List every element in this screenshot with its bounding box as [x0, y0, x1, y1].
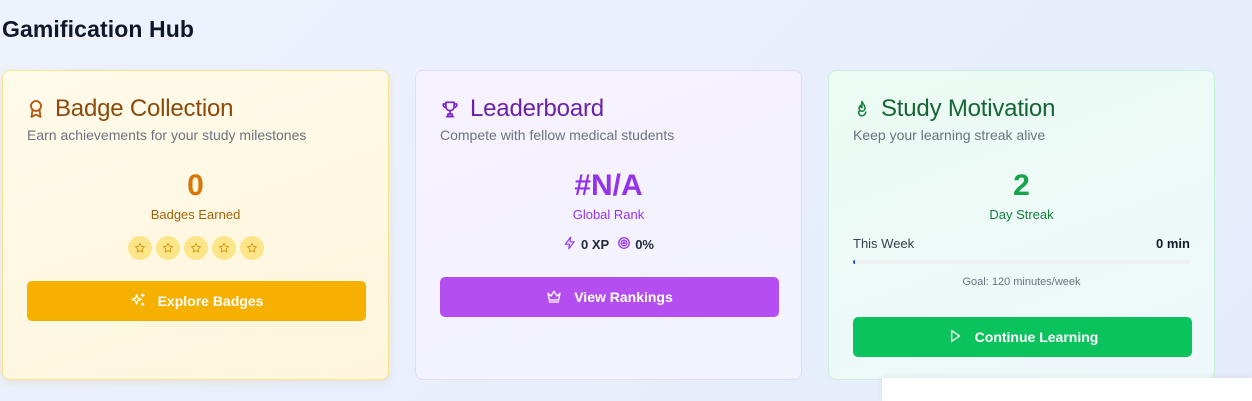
page-title: Gamification Hub: [2, 16, 195, 42]
leaderboard-card: Leaderboard Compete with fellow medical …: [415, 70, 802, 380]
leaderboard-card-title: Leaderboard: [470, 95, 604, 122]
badges-earned-count: 0: [187, 169, 204, 202]
weekly-goal-text: Goal: 120 minutes/week: [962, 276, 1081, 288]
sparkles-icon: [130, 292, 146, 311]
weekly-progress-fill: [853, 260, 855, 264]
global-rank-value: #N/A: [574, 169, 643, 202]
leaderboard-card-header: Leaderboard: [440, 95, 777, 123]
weekly-progress-bar: [853, 260, 1190, 264]
xp-value: 0 XP: [581, 237, 610, 252]
continue-learning-button[interactable]: Continue Learning: [853, 317, 1192, 357]
this-week-row: This Week 0 min: [853, 236, 1190, 251]
award-icon: [27, 99, 45, 119]
badges-earned-label: Badges Earned: [150, 207, 241, 222]
bottom-right-panel: [882, 378, 1252, 401]
lightning-icon: [563, 236, 577, 253]
play-icon: [947, 328, 963, 347]
xp-stat: 0 XP: [563, 236, 609, 253]
badge-card-title: Badge Collection: [55, 95, 234, 122]
view-rankings-button[interactable]: View Rankings: [440, 277, 779, 317]
leaderboard-stats: 0 XP 0%: [440, 236, 777, 253]
this-week-label: This Week: [853, 236, 915, 251]
badge-collection-card: Badge Collection Earn achievements for y…: [2, 70, 389, 380]
star-icon: [211, 236, 236, 260]
explore-badges-label: Explore Badges: [157, 293, 264, 309]
star-icon: [155, 236, 180, 260]
flame-icon: [853, 99, 871, 119]
study-card-header: Study Motivation: [853, 95, 1190, 123]
study-motivation-card: Study Motivation Keep your learning stre…: [828, 70, 1215, 380]
trophy-icon: [440, 99, 460, 119]
badge-card-subtitle: Earn achievements for your study milesto…: [27, 127, 307, 143]
explore-badges-button[interactable]: Explore Badges: [27, 281, 366, 321]
day-streak-label: Day Streak: [989, 207, 1054, 222]
star-icon: [127, 236, 152, 260]
study-card-subtitle: Keep your learning streak alive: [853, 127, 1046, 143]
crown-icon: [546, 288, 562, 307]
global-rank-label: Global Rank: [572, 207, 645, 222]
day-streak-value: 2: [1013, 169, 1030, 202]
percent-stat: 0%: [617, 236, 654, 253]
star-icon: [239, 236, 264, 260]
star-icon: [183, 236, 208, 260]
percent-value: 0%: [635, 237, 654, 252]
view-rankings-label: View Rankings: [574, 289, 673, 305]
this-week-value: 0 min: [1156, 236, 1190, 251]
badge-star-slots: [27, 236, 364, 260]
leaderboard-card-subtitle: Compete with fellow medical students: [440, 127, 675, 143]
target-icon: [617, 236, 631, 253]
badge-card-header: Badge Collection: [27, 95, 364, 123]
continue-learning-label: Continue Learning: [974, 329, 1099, 345]
study-card-title: Study Motivation: [881, 95, 1056, 122]
